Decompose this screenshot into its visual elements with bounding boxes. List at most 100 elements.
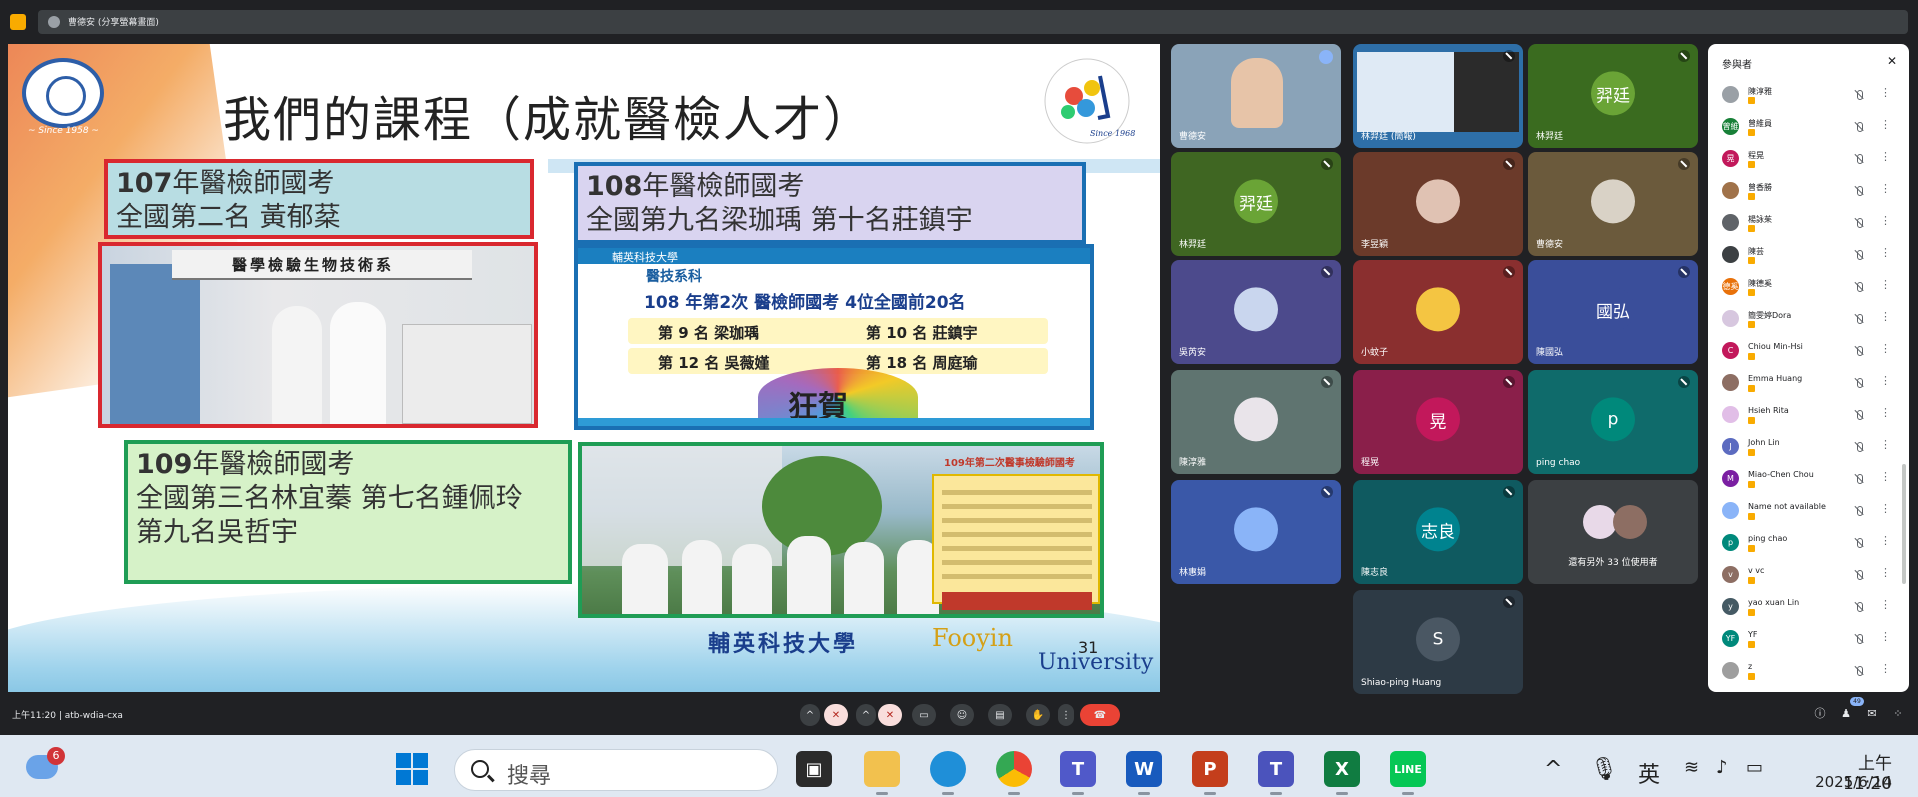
microphone-icon[interactable]: 🎙 [1590,757,1618,782]
mic-off-icon[interactable] [1854,634,1864,644]
participant-row[interactable]: p ping chao ⋮ [1708,526,1898,558]
more-options-icon[interactable]: ⋮ [1880,630,1891,643]
more-options-icon[interactable]: ⋮ [1880,534,1891,547]
participant-tile[interactable]: 羿廷 林羿廷 [1171,152,1341,256]
mic-options-chevron-icon[interactable]: ^ [800,704,820,726]
file-explorer-icon[interactable] [864,751,900,795]
chat-icon[interactable]: ✉ [1866,708,1878,720]
more-options-icon[interactable]: ⋮ [1880,662,1891,675]
more-options-icon[interactable]: ⋮ [1880,374,1891,387]
teams-work-icon[interactable]: T [1258,751,1294,795]
chevron-up-icon[interactable]: ^ [1544,757,1562,782]
more-options-icon[interactable]: ⋮ [1880,438,1891,451]
mic-off-icon[interactable] [1854,442,1864,452]
participant-row[interactable]: v v vc ⋮ [1708,558,1898,590]
mic-off-icon[interactable] [1854,186,1864,196]
participant-tile[interactable]: 晃程晃 [1353,370,1523,474]
raise-hand-button[interactable]: ✋ [1026,704,1050,726]
mic-off-icon[interactable] [1854,474,1864,484]
line-app-icon[interactable]: LINE [1390,751,1426,795]
word-icon[interactable]: W [1126,751,1162,795]
more-options-icon[interactable]: ⋮ [1880,214,1891,227]
more-options-icon[interactable]: ⋮ [1880,246,1891,259]
participant-row[interactable]: Name not available ⋮ [1708,494,1898,526]
mic-off-icon[interactable] [1854,90,1864,100]
meeting-details-icon[interactable]: ⓘ [1814,708,1826,720]
more-options-icon[interactable]: ⋮ [1880,278,1891,291]
camera-off-button[interactable]: ✕ [878,704,902,726]
present-screen-button[interactable]: ▭ [912,704,936,726]
participant-tile[interactable]: 志良 陳志良 [1353,480,1523,584]
participant-row[interactable]: Hsieh Rita ⋮ [1708,398,1898,430]
participant-tile[interactable]: 曹德安 [1528,152,1698,256]
more-options-icon[interactable]: ⋮ [1880,342,1891,355]
mic-off-icon[interactable] [1854,602,1864,612]
participant-tile[interactable]: 陳淳雅 [1171,370,1341,474]
volume-icon[interactable]: ♪ [1716,757,1728,778]
more-options-icon[interactable]: ⋮ [1880,470,1891,483]
mic-muted-button[interactable]: ✕ [824,704,848,726]
wifi-icon[interactable]: ≋ [1684,757,1699,778]
more-options-icon[interactable]: ⋮ [1880,86,1891,99]
chrome-browser-icon[interactable] [996,751,1032,795]
participant-row[interactable]: C Chiou Min-Hsi ⋮ [1708,334,1898,366]
more-options-icon[interactable]: ⋮ [1880,118,1891,131]
participant-row[interactable]: y yao xuan Lin ⋮ [1708,590,1898,622]
participant-row[interactable]: 德奚 陳德奚 ⋮ [1708,270,1898,302]
participant-row[interactable]: 簡雯婷Dora ⋮ [1708,302,1898,334]
mic-off-icon[interactable] [1854,282,1864,292]
mic-off-icon[interactable] [1854,314,1864,324]
participant-row[interactable]: 楊詠茱 ⋮ [1708,206,1898,238]
mic-off-icon[interactable] [1854,346,1864,356]
participant-tile[interactable]: S Shiao-ping Huang [1353,590,1523,694]
more-options-icon[interactable]: ⋮ [1880,150,1891,163]
participant-tile[interactable]: p ping chao [1528,370,1698,474]
activities-icon[interactable]: ⁘ [1892,708,1904,720]
participant-tile[interactable]: 曹德安 [1171,44,1341,148]
emoji-reaction-button[interactable]: ☺ [950,704,974,726]
participant-tile[interactable]: 小蚊子 [1353,260,1523,364]
taskbar-clock-date[interactable]: 2025/6/14 [1806,773,1892,791]
mic-off-icon[interactable] [1854,666,1864,676]
leave-call-button[interactable]: ☎ [1080,704,1120,726]
captions-button[interactable]: ▤ [988,704,1012,726]
participant-row[interactable]: 晃程晃 ⋮ [1708,142,1898,174]
powerpoint-icon[interactable]: P [1192,751,1228,795]
participant-row[interactable]: YF YF ⋮ [1708,622,1898,654]
camera-options-chevron-icon[interactable]: ^ [856,704,876,726]
mic-off-icon[interactable] [1854,218,1864,228]
mic-off-icon[interactable] [1854,250,1864,260]
tab-title[interactable]: 曹德安 (分享螢幕畫面) [68,15,159,28]
more-options-icon[interactable]: ⋮ [1880,566,1891,579]
mic-off-icon[interactable] [1854,570,1864,580]
people-icon[interactable]: ♟ [1840,708,1852,720]
mic-off-icon[interactable] [1854,378,1864,388]
participant-tile[interactable]: 吳芮安 [1171,260,1341,364]
edge-browser-icon[interactable] [930,751,966,795]
participant-row[interactable]: M Miao-Chen Chou ⋮ [1708,462,1898,494]
close-icon[interactable]: ✕ [1887,54,1897,68]
mic-off-icon[interactable] [1854,410,1864,420]
task-view-icon[interactable]: ▣ [796,751,832,787]
windows-start-icon[interactable] [396,753,428,785]
more-options-icon[interactable]: ⋮ [1880,502,1891,515]
mic-off-icon[interactable] [1854,506,1864,516]
participant-tile[interactable]: 還有另外 33 位使用者 [1528,480,1698,584]
participant-row[interactable]: 陳芸 ⋮ [1708,238,1898,270]
more-options-icon[interactable]: ⋮ [1880,598,1891,611]
more-options-icon[interactable]: ⋮ [1880,310,1891,323]
mic-off-icon[interactable] [1854,538,1864,548]
excel-icon[interactable]: X [1324,751,1360,795]
participant-tile[interactable]: 國弘 陳國弘 [1528,260,1698,364]
ime-indicator[interactable]: 英 [1638,757,1660,789]
teams-icon[interactable]: T [1060,751,1096,795]
participant-row[interactable]: J John Lin ⋮ [1708,430,1898,462]
more-options-icon[interactable]: ⋮ [1880,182,1891,195]
participant-tile[interactable]: 李昱穎 [1353,152,1523,256]
more-options-icon[interactable]: ⋮ [1058,704,1074,726]
participant-row[interactable]: z ⋮ [1708,654,1898,686]
participant-row[interactable]: 曾香勝 ⋮ [1708,174,1898,206]
mic-off-icon[interactable] [1854,154,1864,164]
mic-off-icon[interactable] [1854,122,1864,132]
participants-scrollbar[interactable] [1902,464,1906,584]
